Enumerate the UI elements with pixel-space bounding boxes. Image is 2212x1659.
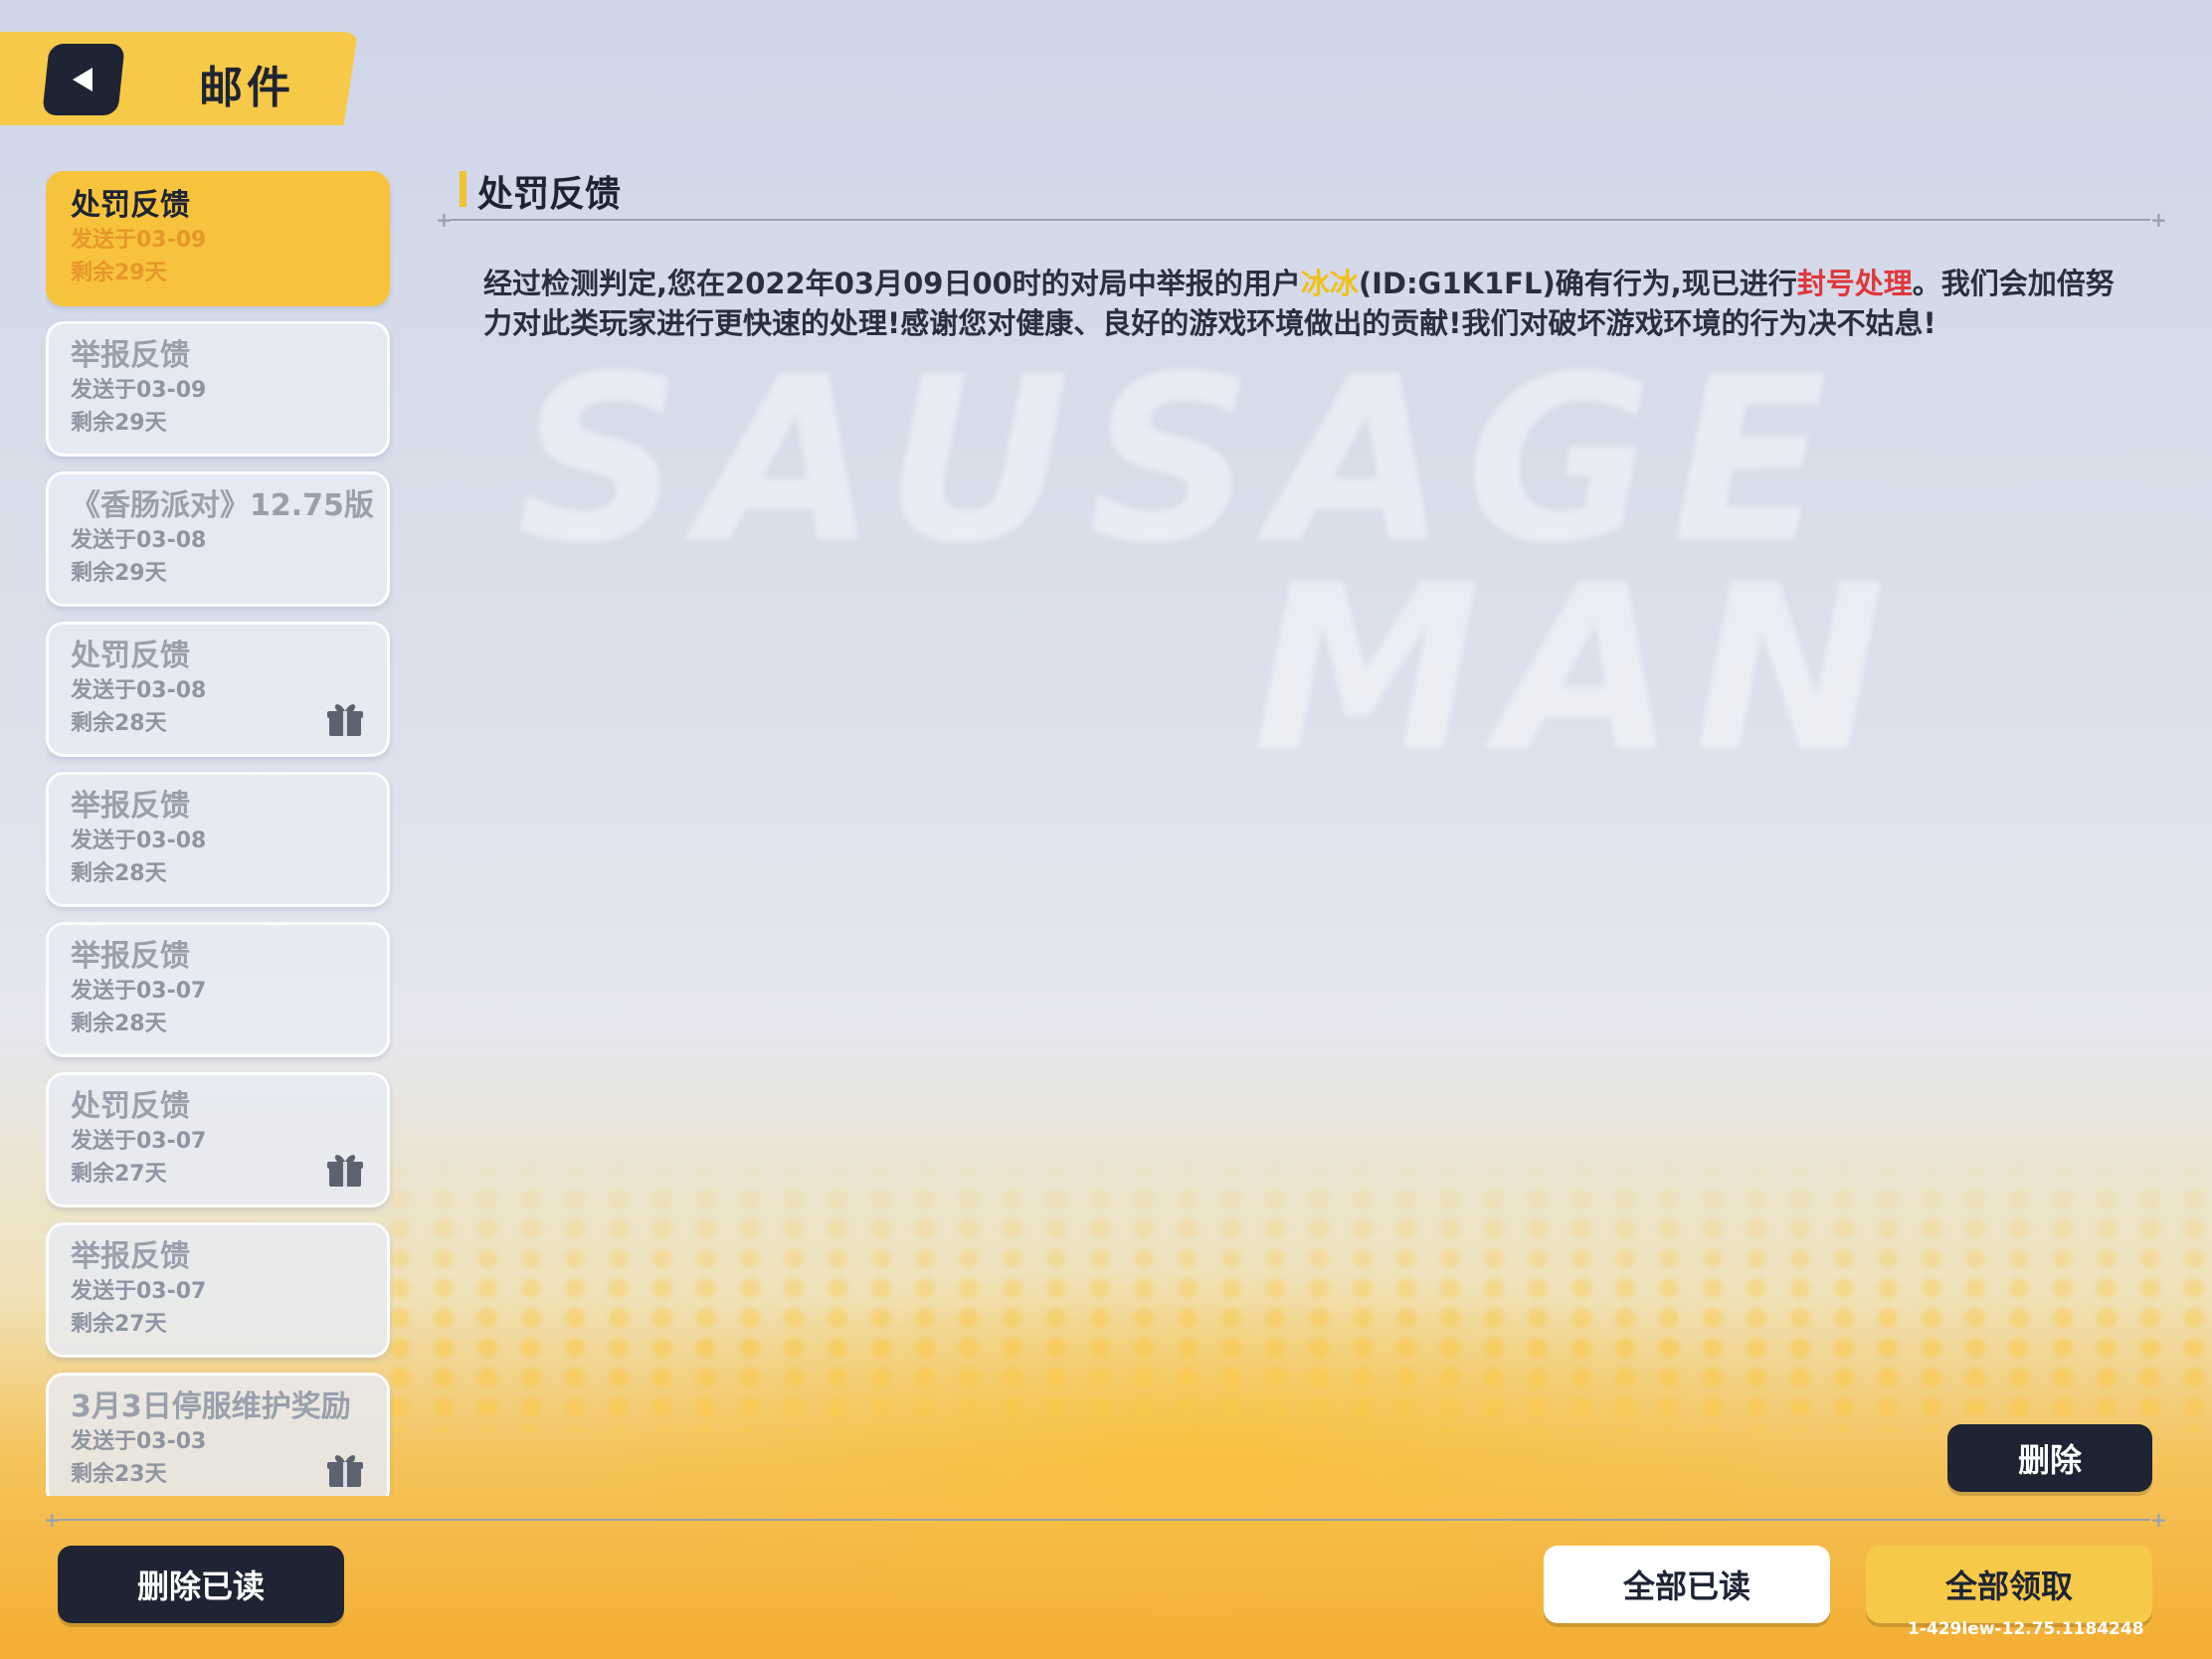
body-text: 经过检测判定,您在2022年03月09日00时的对局中举报的用户 xyxy=(483,267,1301,300)
reported-user-name: 冰冰 xyxy=(1300,267,1359,300)
content-divider xyxy=(450,219,2150,221)
mail-remaining: 剩余29天 xyxy=(71,411,167,436)
content-title: 处罚反馈 xyxy=(477,174,622,215)
gift-icon xyxy=(327,1455,363,1487)
page-title: 邮件 xyxy=(199,63,294,113)
divider-plus-icon: + xyxy=(2150,208,2167,232)
gift-icon xyxy=(327,1155,363,1187)
content-body: 经过检测判定,您在2022年03月09日00时的对局中举报的用户冰冰(ID:G1… xyxy=(483,264,2124,343)
mail-remaining: 剩余28天 xyxy=(71,861,167,886)
watermark-line1: SAUSAGE xyxy=(517,328,1846,594)
back-arrow-icon xyxy=(73,68,92,92)
mail-item[interactable]: 举报反馈 发送于03-07 剩余27天 xyxy=(46,1222,390,1358)
background-dots xyxy=(378,1154,2212,1432)
mail-title: 3月3日停服维护奖励 xyxy=(71,1389,351,1424)
back-button[interactable] xyxy=(42,44,125,115)
mail-title: 举报反馈 xyxy=(71,789,190,824)
delete-read-button[interactable]: 删除已读 xyxy=(58,1546,344,1623)
mail-sent-date: 发送于03-07 xyxy=(71,979,207,1004)
mail-title: 举报反馈 xyxy=(71,1239,190,1274)
body-text: (ID:G1K1FL)确有行为,现已进行 xyxy=(1358,267,1797,300)
penalty-text: 封号处理 xyxy=(1796,267,1913,300)
read-all-button[interactable]: 全部已读 xyxy=(1544,1546,1830,1623)
delete-button[interactable]: 删除 xyxy=(1947,1424,2152,1492)
mail-item[interactable]: 处罚反馈 发送于03-07 剩余27天 xyxy=(46,1072,390,1207)
mail-title: 处罚反馈 xyxy=(71,639,190,673)
content-title-accent xyxy=(460,171,466,207)
mail-title: 举报反馈 xyxy=(71,939,190,974)
mail-item[interactable]: 3月3日停服维护奖励 发送于03-03 剩余23天 xyxy=(46,1373,390,1496)
mail-title: 举报反馈 xyxy=(71,338,190,373)
bottom-divider xyxy=(58,1519,2150,1521)
mail-sent-date: 发送于03-08 xyxy=(71,829,207,853)
mail-title: 处罚反馈 xyxy=(71,1089,190,1124)
background-watermark: SAUSAGE MAN xyxy=(477,298,2168,816)
gift-icon xyxy=(327,704,363,736)
mail-remaining: 剩余29天 xyxy=(71,261,167,285)
mail-remaining: 剩余27天 xyxy=(71,1312,167,1337)
mail-remaining: 剩余28天 xyxy=(71,1012,167,1036)
mail-item[interactable]: 处罚反馈 发送于03-09 剩余29天 xyxy=(46,171,390,306)
version-label: 1-429lew-12.75.1184248 xyxy=(1908,1619,2144,1639)
mail-sent-date: 发送于03-07 xyxy=(71,1279,207,1304)
mail-sent-date: 发送于03-09 xyxy=(71,378,207,403)
divider-plus-icon: + xyxy=(2150,1508,2167,1532)
mail-item[interactable]: 举报反馈 发送于03-07 剩余28天 xyxy=(46,922,390,1057)
mail-sent-date: 发送于03-09 xyxy=(71,228,207,253)
mail-title: 处罚反馈 xyxy=(71,188,190,223)
mail-item[interactable]: 举报反馈 发送于03-09 剩余29天 xyxy=(46,321,390,457)
mail-item[interactable]: 《香肠派对》12.75版 发送于03-08 剩余29天 xyxy=(46,471,390,607)
claim-all-button[interactable]: 全部领取 xyxy=(1866,1546,2152,1623)
mail-remaining: 剩余29天 xyxy=(71,561,167,586)
mail-item[interactable]: 举报反馈 发送于03-08 剩余28天 xyxy=(46,772,390,907)
mail-item[interactable]: 处罚反馈 发送于03-08 剩余28天 xyxy=(46,622,390,757)
mail-title: 《香肠派对》12.75版 xyxy=(71,488,374,523)
mail-sent-date: 发送于03-08 xyxy=(71,528,207,553)
mail-list[interactable]: 处罚反馈 发送于03-09 剩余29天 举报反馈 发送于03-09 剩余29天 … xyxy=(46,171,394,1496)
watermark-line2: MAN xyxy=(1253,537,1904,803)
